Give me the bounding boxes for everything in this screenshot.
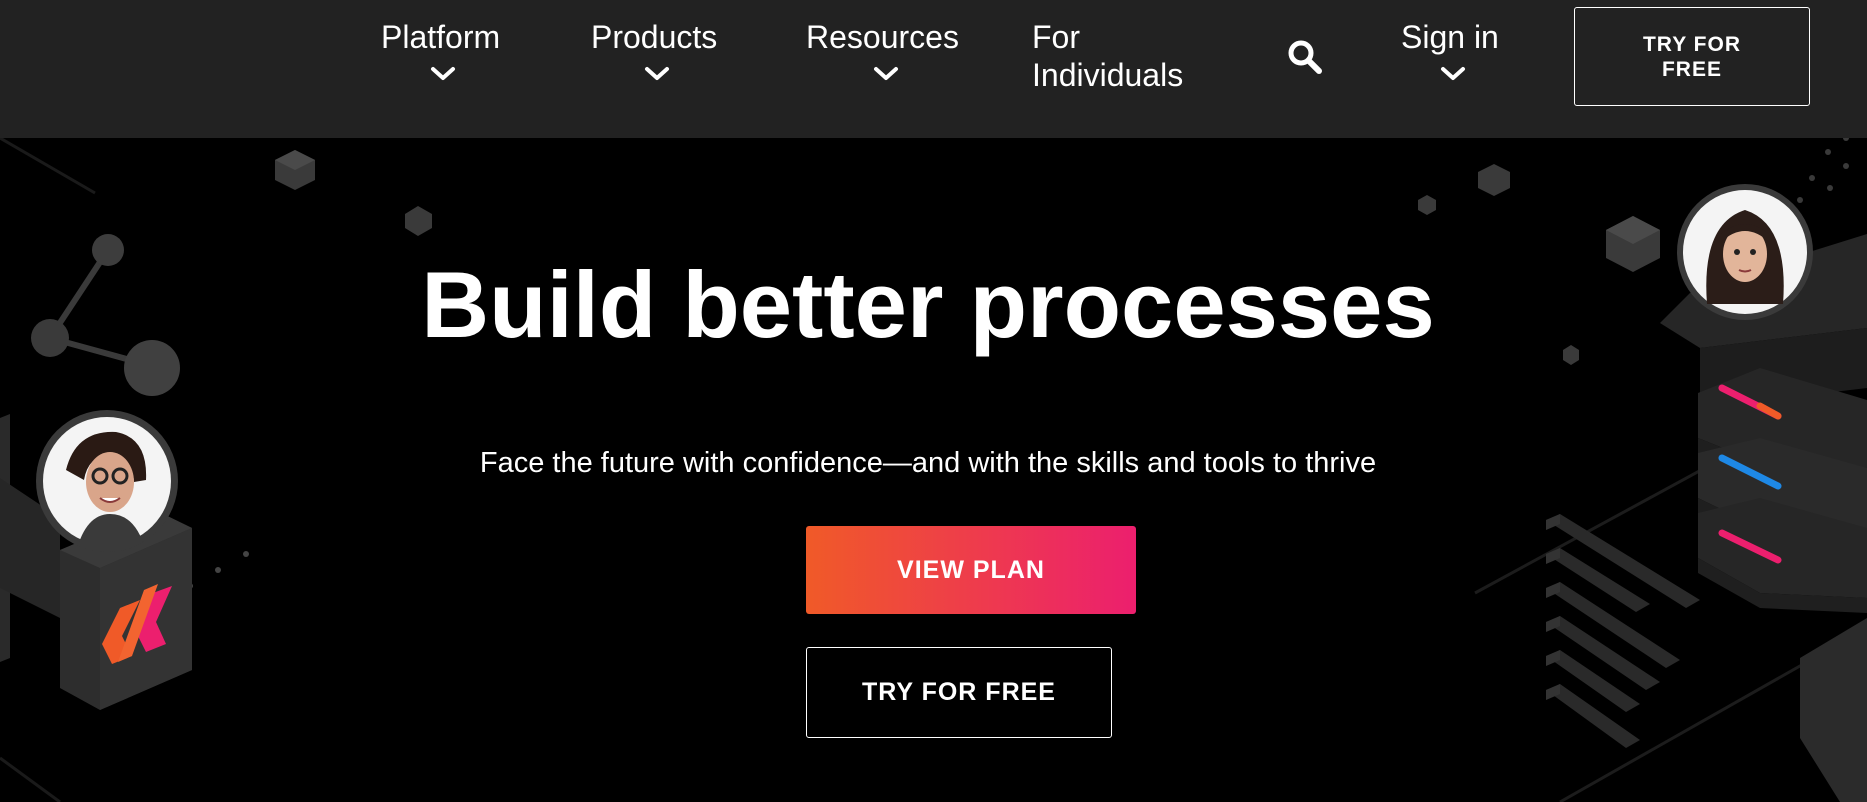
page: Platform Products Resources For Individu… <box>0 0 1867 802</box>
try-for-free-nav-button[interactable]: TRY FOR FREE <box>1574 7 1810 106</box>
search-button[interactable] <box>1286 38 1324 76</box>
chevron-down-icon <box>1441 67 1465 80</box>
top-navigation: Platform Products Resources For Individu… <box>0 0 1867 138</box>
nav-item-sign-in[interactable]: Sign in <box>1401 18 1505 80</box>
nav-item-label: Products <box>591 19 718 55</box>
avatar-woman-glasses <box>36 410 178 552</box>
nav-item-label: Resources <box>806 19 959 55</box>
chevron-down-icon <box>645 67 669 80</box>
nav-item-products[interactable]: Products <box>591 18 723 80</box>
nav-item-label: For Individuals <box>1032 19 1184 93</box>
hero-title: Build better processes <box>421 252 1435 357</box>
view-plan-button[interactable]: VIEW PLAN <box>806 526 1136 614</box>
hero-subtitle: Face the future with confidence—and with… <box>479 447 1377 479</box>
search-icon <box>1288 40 1322 74</box>
nav-item-label: Sign in <box>1401 19 1499 55</box>
person-photo-icon <box>43 417 171 552</box>
nav-item-platform[interactable]: Platform <box>381 18 505 80</box>
try-for-free-hero-button[interactable]: TRY FOR FREE <box>806 647 1112 738</box>
nav-item-resources[interactable]: Resources <box>806 18 966 80</box>
chevron-down-icon <box>874 67 898 80</box>
nav-item-label: Platform <box>381 19 501 55</box>
nav-item-for-individuals[interactable]: For Individuals <box>1032 18 1192 94</box>
chevron-down-icon <box>431 67 455 80</box>
